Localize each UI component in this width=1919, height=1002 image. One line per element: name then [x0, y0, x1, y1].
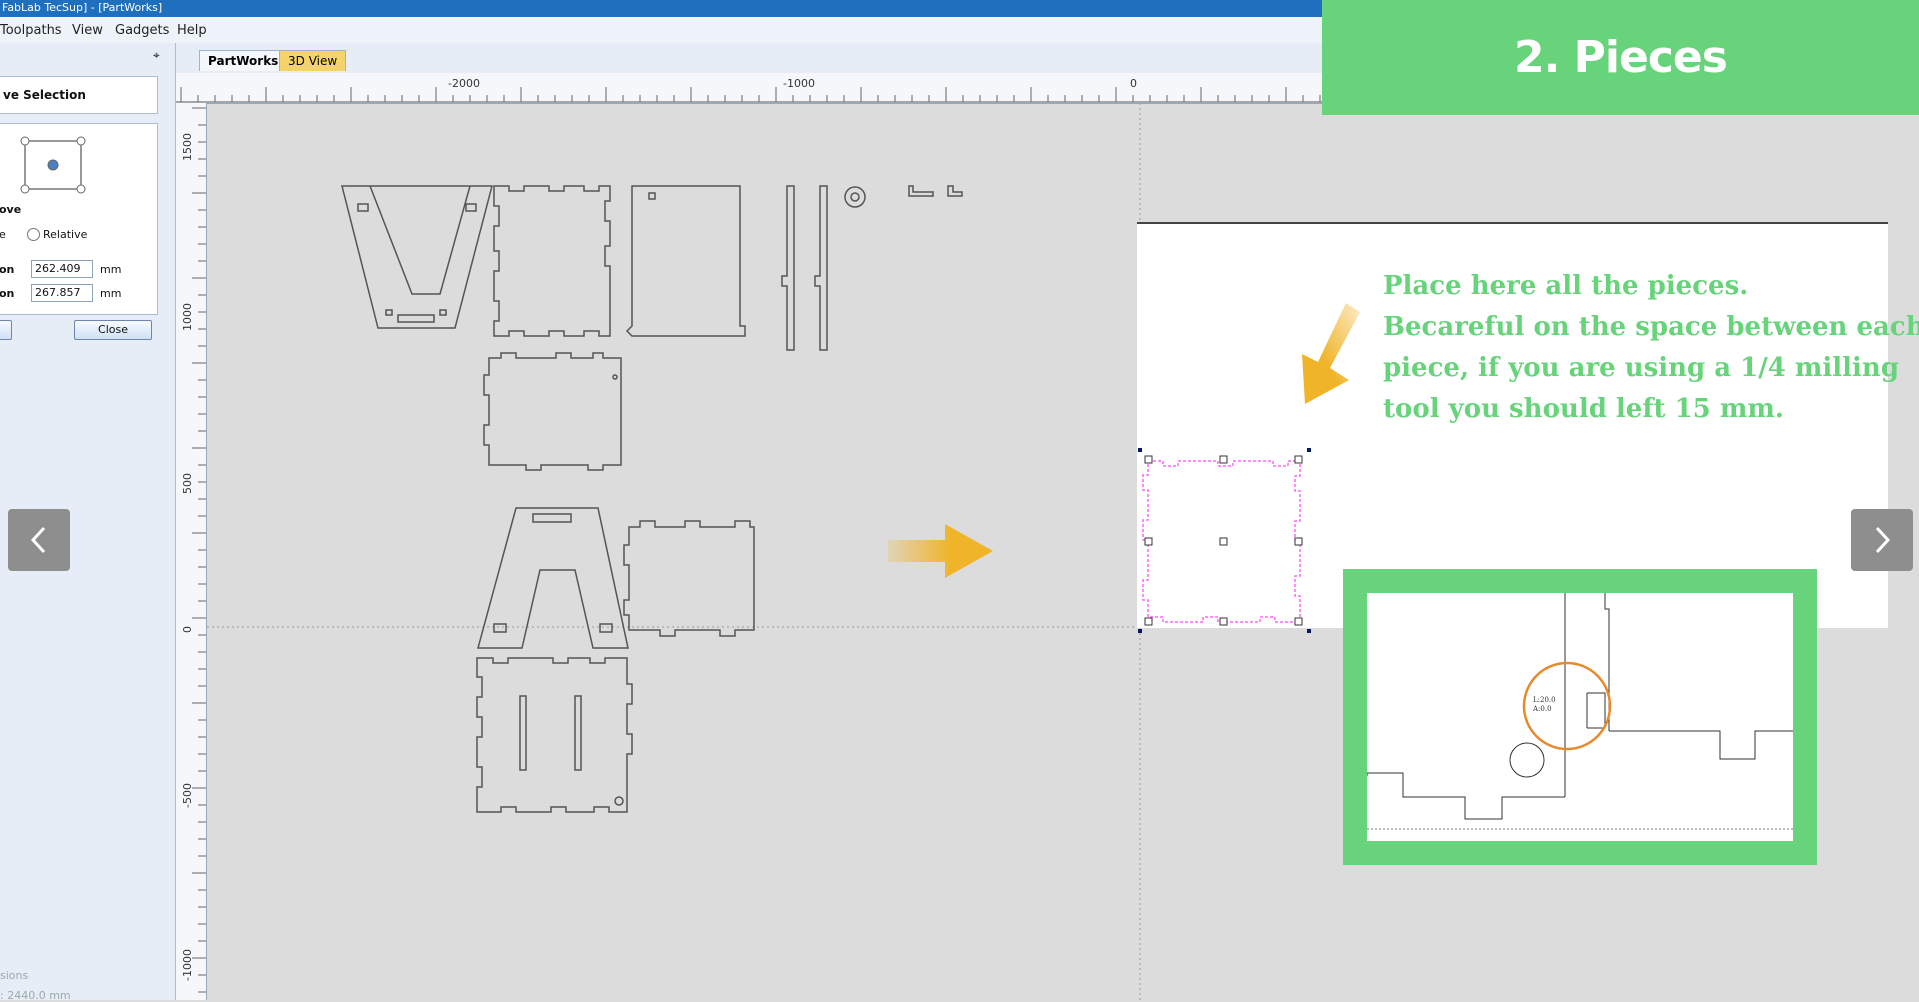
chevron-left-icon — [30, 526, 46, 554]
relative-radio[interactable] — [27, 228, 40, 241]
part-slot — [532, 513, 572, 523]
corner-marker — [1307, 448, 1311, 452]
part-washer — [844, 186, 866, 208]
instruction-text: Place here all the pieces. Becareful on … — [1383, 266, 1919, 430]
ruler-label: -2000 — [448, 77, 480, 90]
arrow-right-icon — [888, 524, 993, 578]
chevron-right-icon — [1875, 526, 1891, 554]
y-position-input[interactable]: 267.857 — [31, 284, 93, 302]
part-hole — [648, 192, 656, 200]
panel-title: ve Selection — [3, 88, 86, 102]
ruler-label: 0 — [181, 626, 194, 633]
x-position-input[interactable]: 262.409 — [31, 260, 93, 278]
instruction-line: Place here all the pieces. — [1383, 271, 1749, 301]
part-hole — [614, 796, 624, 806]
instruction-line: tool you should left 15 mm. — [1383, 394, 1784, 424]
part-slot — [493, 623, 507, 633]
part-slot — [385, 309, 393, 316]
ruler-label: -1000 — [783, 77, 815, 90]
part-v-side — [341, 185, 493, 329]
menu-gadgets[interactable]: Gadgets — [115, 23, 169, 38]
ruler-label: -500 — [181, 783, 194, 808]
prev-slide-button[interactable] — [8, 509, 70, 571]
zoom-inset-content: L:20.0 A:0.0 — [1367, 593, 1793, 841]
menu-view[interactable]: View — [72, 23, 103, 38]
anchor-selector-icon[interactable] — [15, 132, 95, 194]
part-hole — [612, 374, 618, 380]
move-label: ove — [0, 203, 22, 216]
y-unit: mm — [100, 287, 122, 300]
absolute-label[interactable]: e — [0, 228, 6, 241]
corner-marker — [1138, 448, 1142, 452]
part-strip — [781, 185, 795, 351]
part-finger-panel — [483, 352, 622, 471]
x-label: on — [0, 263, 15, 276]
part-slot — [439, 309, 447, 316]
tool-circle — [1509, 742, 1545, 778]
part-slot — [465, 203, 477, 212]
part-washer-hole — [850, 192, 860, 202]
part-slot — [357, 203, 369, 212]
ruler-label: 1000 — [181, 303, 194, 331]
pin-icon[interactable]: ⌖ — [153, 48, 160, 63]
instruction-line: Becareful on the space between each — [1383, 312, 1919, 342]
part-finger-panel — [493, 185, 611, 337]
part-finger-panel — [623, 520, 755, 637]
part-slot — [599, 623, 613, 633]
corner-marker — [1138, 629, 1142, 633]
part-bracket — [947, 185, 963, 197]
vertical-ruler: 1500 1000 500 0 -500 -1000 — [176, 103, 207, 1000]
step-banner: 2. Pieces — [1322, 0, 1919, 115]
y-label: on — [0, 287, 15, 300]
close-button[interactable]: Close — [74, 320, 152, 340]
window-title: FabLab TecSup] - [PartWorks] — [2, 1, 163, 14]
position-box: ove e Relative on 262.409 mm on 267.857 … — [0, 123, 158, 315]
part-slot — [397, 314, 435, 323]
inset-label-a: A:0.0 — [1532, 705, 1552, 713]
apply-button[interactable] — [0, 320, 12, 340]
part-finger-panel — [476, 657, 633, 813]
ruler-label: -1000 — [181, 949, 194, 981]
part-bracket — [908, 185, 934, 197]
tab-partworks[interactable]: PartWorks — [199, 50, 288, 71]
tab-3d-view[interactable]: 3D View — [279, 50, 347, 71]
ruler-label: 0 — [1130, 77, 1137, 90]
next-slide-button[interactable] — [1851, 509, 1913, 571]
zoom-detail-drawing: L:20.0 A:0.0 — [1367, 593, 1793, 830]
corner-marker — [1307, 629, 1311, 633]
menu-help[interactable]: Help — [177, 23, 207, 38]
dimensions-label: sions — [0, 969, 29, 982]
part-slot — [519, 695, 527, 771]
vertical-ruler-ticks — [192, 107, 206, 993]
part-plain-panel — [625, 185, 746, 337]
drawing-canvas[interactable]: ≡ — [207, 103, 1888, 1000]
ruler-label: 500 — [181, 473, 194, 494]
panel-header-box: ve Selection — [0, 76, 158, 114]
ruler-label: 1500 — [181, 133, 194, 161]
relative-label: Relative — [43, 228, 88, 241]
instruction-line: piece, if you are using a 1/4 milling — [1383, 353, 1900, 383]
zoom-inset: L:20.0 A:0.0 — [1343, 569, 1817, 865]
dimensions-value: : 2440.0 mm — [0, 989, 71, 1002]
inset-label-l: L:20.0 — [1533, 696, 1556, 704]
part-slot — [574, 695, 582, 771]
part-strip — [814, 185, 828, 351]
x-unit: mm — [100, 263, 122, 276]
menu-toolpaths[interactable]: Toolpaths — [0, 23, 62, 38]
